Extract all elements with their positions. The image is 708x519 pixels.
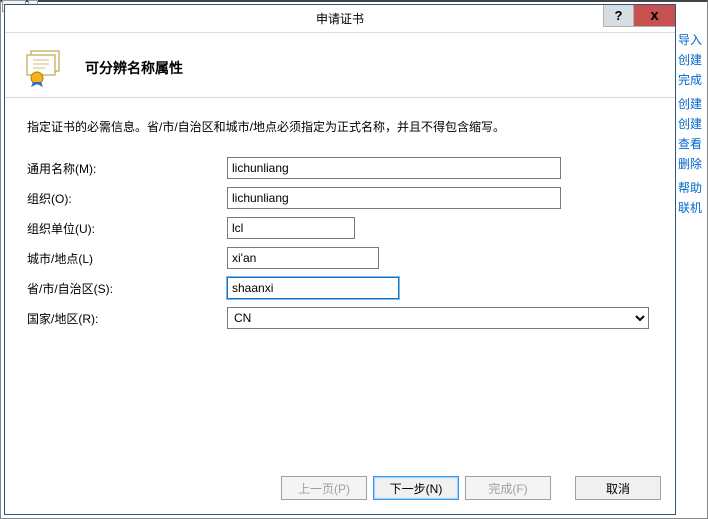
previous-button: 上一页(P) bbox=[281, 476, 367, 500]
next-button[interactable]: 下一步(N) bbox=[373, 476, 459, 500]
help-button[interactable]: ? bbox=[603, 5, 633, 27]
organization-input[interactable] bbox=[227, 187, 561, 209]
dialog-content: 指定证书的必需信息。省/市/自治区和城市/地点必须指定为正式名称，并且不得包含缩… bbox=[5, 98, 675, 466]
side-link[interactable]: 帮助 bbox=[678, 178, 704, 198]
country-label: 国家/地区(R): bbox=[27, 310, 227, 327]
side-link[interactable]: 删除 bbox=[678, 154, 704, 174]
background-action-panel: 导入 创建 完成 创建 创建 查看 删除 帮助 联机 bbox=[678, 30, 704, 218]
description-text: 指定证书的必需信息。省/市/自治区和城市/地点必须指定为正式名称，并且不得包含缩… bbox=[27, 118, 653, 135]
certificate-icon bbox=[25, 49, 67, 87]
side-link[interactable]: 创建 bbox=[678, 94, 704, 114]
side-link[interactable]: 创建 bbox=[678, 50, 704, 70]
country-select[interactable]: CN bbox=[227, 307, 649, 329]
title-bar: 申请证书 ? x bbox=[5, 5, 675, 33]
window-title: 申请证书 bbox=[316, 10, 364, 27]
page-heading: 可分辨名称属性 bbox=[85, 58, 183, 78]
state-label: 省/市/自治区(S): bbox=[27, 280, 227, 297]
finish-button: 完成(F) bbox=[465, 476, 551, 500]
side-link[interactable]: 联机 bbox=[678, 198, 704, 218]
city-input[interactable] bbox=[227, 247, 379, 269]
common-name-input[interactable] bbox=[227, 157, 561, 179]
org-unit-label: 组织单位(U): bbox=[27, 220, 227, 237]
side-link[interactable]: 创建 bbox=[678, 114, 704, 134]
organization-label: 组织(O): bbox=[27, 190, 227, 207]
dialog-window: 申请证书 ? x 可分辨名称属性 指定证书的必需信息。省/市/自治区和城市/地点… bbox=[4, 4, 676, 515]
org-unit-input[interactable] bbox=[227, 217, 355, 239]
common-name-label: 通用名称(M): bbox=[27, 160, 227, 177]
cancel-button[interactable]: 取消 bbox=[575, 476, 661, 500]
side-link[interactable]: 查看 bbox=[678, 134, 704, 154]
city-label: 城市/地点(L) bbox=[27, 250, 227, 267]
state-input[interactable] bbox=[227, 277, 399, 299]
side-link[interactable]: 导入 bbox=[678, 30, 704, 50]
close-button[interactable]: x bbox=[633, 5, 675, 27]
side-link[interactable]: 完成 bbox=[678, 70, 704, 90]
dialog-footer: 上一页(P) 下一步(N) 完成(F) 取消 bbox=[5, 466, 675, 514]
dialog-header: 可分辨名称属性 bbox=[5, 33, 675, 98]
